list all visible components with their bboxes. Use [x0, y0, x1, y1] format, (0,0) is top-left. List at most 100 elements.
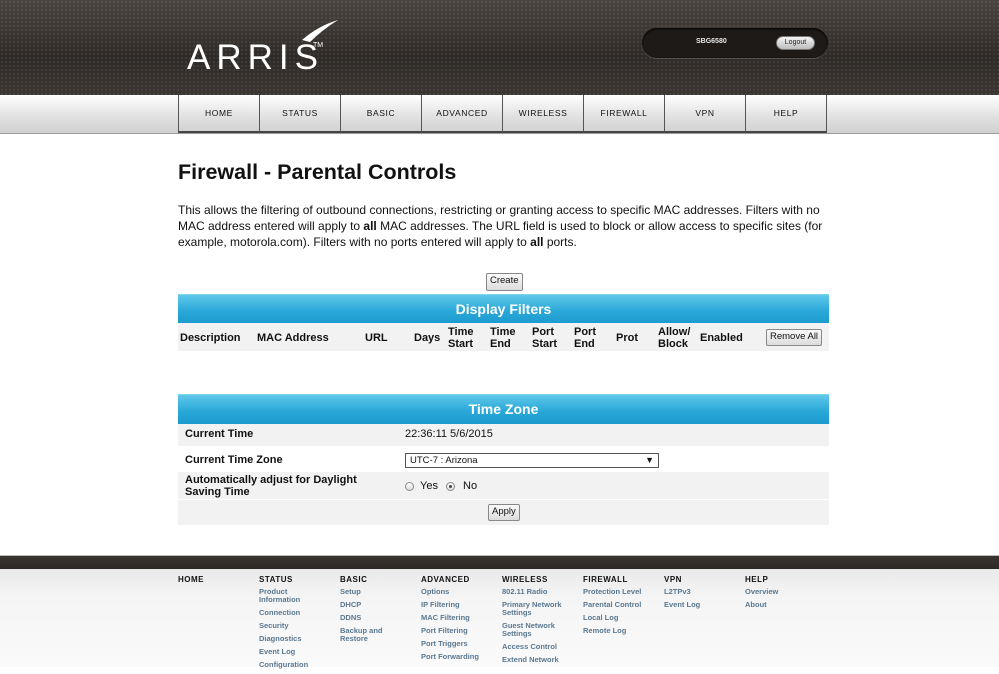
current-time-label: Current Time: [185, 428, 254, 440]
dst-no-radio[interactable]: [446, 482, 455, 491]
footer-link-diagnostics[interactable]: Diagnostics: [259, 635, 337, 643]
desc-emphasis-1: all: [363, 219, 377, 233]
footer-link-port-triggers[interactable]: Port Triggers: [421, 640, 499, 648]
current-time-row: Current Time 22:36:11 5/6/2015: [178, 424, 829, 446]
filters-column-header: Description MAC Address URL Days Time Sta…: [178, 323, 829, 351]
dst-label-l1: Automatically adjust for Daylight: [185, 474, 357, 486]
footer-link-configuration[interactable]: Configuration: [259, 661, 337, 669]
create-button[interactable]: Create: [486, 273, 523, 291]
col-time-end-l2: End: [490, 338, 511, 350]
footer-link-dhcp[interactable]: DHCP: [340, 601, 418, 609]
col-mac-address: MAC Address: [257, 332, 329, 344]
footer-link-primary-network[interactable]: Primary Network Settings: [502, 601, 580, 617]
footer-head-wireless[interactable]: WIRELESS: [502, 575, 580, 584]
col-allow-block-l1: Allow/: [658, 326, 691, 338]
col-allow-block-l2: Block: [658, 338, 688, 350]
remove-all-button[interactable]: Remove All: [766, 329, 823, 346]
footer-head-vpn[interactable]: VPN: [664, 575, 742, 584]
main-nav-bar: HOME STATUS BASIC ADVANCED WIRELESS FIRE…: [0, 95, 999, 134]
footer-col-firewall: FIREWALL Protection Level Parental Contr…: [583, 575, 661, 640]
footer-link-text: Information: [259, 595, 301, 604]
brand-name: ARRIS: [187, 38, 324, 77]
footer-head-help[interactable]: HELP: [745, 575, 823, 584]
footer-divider: [0, 555, 999, 570]
col-port-end: Port End: [574, 326, 596, 350]
footer-link-protection-level[interactable]: Protection Level: [583, 588, 661, 596]
footer-link-80211-radio[interactable]: 802.11 Radio: [502, 588, 580, 596]
footer-link-connection[interactable]: Connection: [259, 609, 337, 617]
footer-head-advanced[interactable]: ADVANCED: [421, 575, 499, 584]
footer-link-setup[interactable]: Setup: [340, 588, 418, 596]
footer-link-mac-filtering[interactable]: MAC Filtering: [421, 614, 499, 622]
footer-link-l2tpv3[interactable]: L2TPv3: [664, 588, 742, 596]
col-time-start-l1: Time: [448, 326, 474, 338]
trademark: TM: [313, 42, 324, 49]
nav-wireless[interactable]: WIRELESS: [502, 95, 583, 133]
footer-link-options[interactable]: Options: [421, 588, 499, 596]
footer-link-product-information[interactable]: Product Information: [259, 588, 337, 604]
user-panel: SBG6580 Logout: [642, 28, 828, 58]
nav-basic[interactable]: BASIC: [340, 95, 421, 133]
footer-col-basic: BASIC Setup DHCP DDNS Backup and Restore: [340, 575, 418, 648]
col-time-start-l2: Start: [448, 338, 474, 350]
footer-link-event-log[interactable]: Event Log: [259, 648, 337, 656]
col-port-end-l1: Port: [574, 326, 596, 338]
time-zone-header: Time Zone: [178, 394, 829, 424]
col-url: URL: [365, 332, 388, 344]
nav-status[interactable]: STATUS: [259, 95, 340, 133]
footer-col-home: HOME: [178, 575, 256, 588]
footer-col-help: HELP Overview About: [745, 575, 823, 614]
page-description: This allows the filtering of outbound co…: [178, 202, 833, 250]
desc-part-3: ports.: [543, 235, 577, 249]
footer-link-ip-filtering[interactable]: IP Filtering: [421, 601, 499, 609]
footer-link-ddns[interactable]: DDNS: [340, 614, 418, 622]
dropdown-arrow-icon: ▼: [645, 455, 654, 465]
footer-head-firewall[interactable]: FIREWALL: [583, 575, 661, 584]
footer-col-advanced: ADVANCED Options IP Filtering MAC Filter…: [421, 575, 499, 666]
dst-label-l2: Saving Time: [185, 486, 250, 498]
time-zone-select[interactable]: UTC-7 : Arizona ▼: [405, 453, 659, 468]
nav-home[interactable]: HOME: [178, 95, 259, 133]
display-filters-header: Display Filters: [178, 294, 829, 324]
col-port-start: Port Start: [532, 326, 557, 350]
desc-emphasis-2: all: [530, 235, 544, 249]
dst-yes-radio[interactable]: [405, 482, 414, 491]
dst-yes-label: Yes: [420, 480, 438, 492]
col-time-end: Time End: [490, 326, 515, 350]
current-time-value: 22:36:11 5/6/2015: [405, 428, 493, 440]
current-zone-label: Current Time Zone: [185, 454, 283, 466]
nav-advanced[interactable]: ADVANCED: [421, 95, 502, 133]
arris-swoosh-icon: [302, 20, 338, 42]
footer-link-port-filtering[interactable]: Port Filtering: [421, 627, 499, 635]
main-nav: HOME STATUS BASIC ADVANCED WIRELESS FIRE…: [178, 95, 827, 133]
col-enabled: Enabled: [700, 332, 743, 344]
footer-head-home[interactable]: HOME: [178, 575, 256, 584]
footer-sitemap: HOME STATUS Product Information Connectio…: [0, 569, 999, 669]
apply-row: Apply: [178, 500, 829, 525]
apply-button[interactable]: Apply: [488, 504, 520, 521]
footer-head-basic[interactable]: BASIC: [340, 575, 418, 584]
footer-link-vpn-event-log[interactable]: Event Log: [664, 601, 742, 609]
current-zone-row: Current Time Zone UTC-7 : Arizona ▼: [178, 447, 829, 471]
header: ARRIS TM SBG6580 Logout: [0, 0, 999, 95]
footer-link-remote-log[interactable]: Remote Log: [583, 627, 661, 635]
footer-link-access-control[interactable]: Access Control: [502, 643, 580, 651]
footer-link-overview[interactable]: Overview: [745, 588, 823, 596]
footer-link-backup-restore[interactable]: Backup and Restore: [340, 627, 418, 643]
logout-button[interactable]: Logout: [776, 36, 815, 50]
footer-link-extend-network[interactable]: Extend Network: [502, 656, 580, 664]
footer-link-parental-control[interactable]: Parental Control: [583, 601, 661, 609]
footer-col-vpn: VPN L2TPv3 Event Log: [664, 575, 742, 614]
footer-link-guest-network[interactable]: Guest Network Settings: [502, 622, 580, 638]
footer-link-local-log[interactable]: Local Log: [583, 614, 661, 622]
footer-link-security[interactable]: Security: [259, 622, 337, 630]
nav-firewall[interactable]: FIREWALL: [583, 95, 664, 133]
footer-link-port-forwarding[interactable]: Port Forwarding: [421, 653, 499, 661]
footer-link-text: Restore: [340, 634, 368, 643]
nav-help[interactable]: HELP: [745, 95, 827, 133]
nav-vpn[interactable]: VPN: [664, 95, 745, 133]
footer-col-status: STATUS Product Information Connection Sec…: [259, 575, 337, 674]
time-zone-selected: UTC-7 : Arizona: [410, 455, 478, 466]
footer-head-status[interactable]: STATUS: [259, 575, 337, 584]
footer-link-about[interactable]: About: [745, 601, 823, 609]
